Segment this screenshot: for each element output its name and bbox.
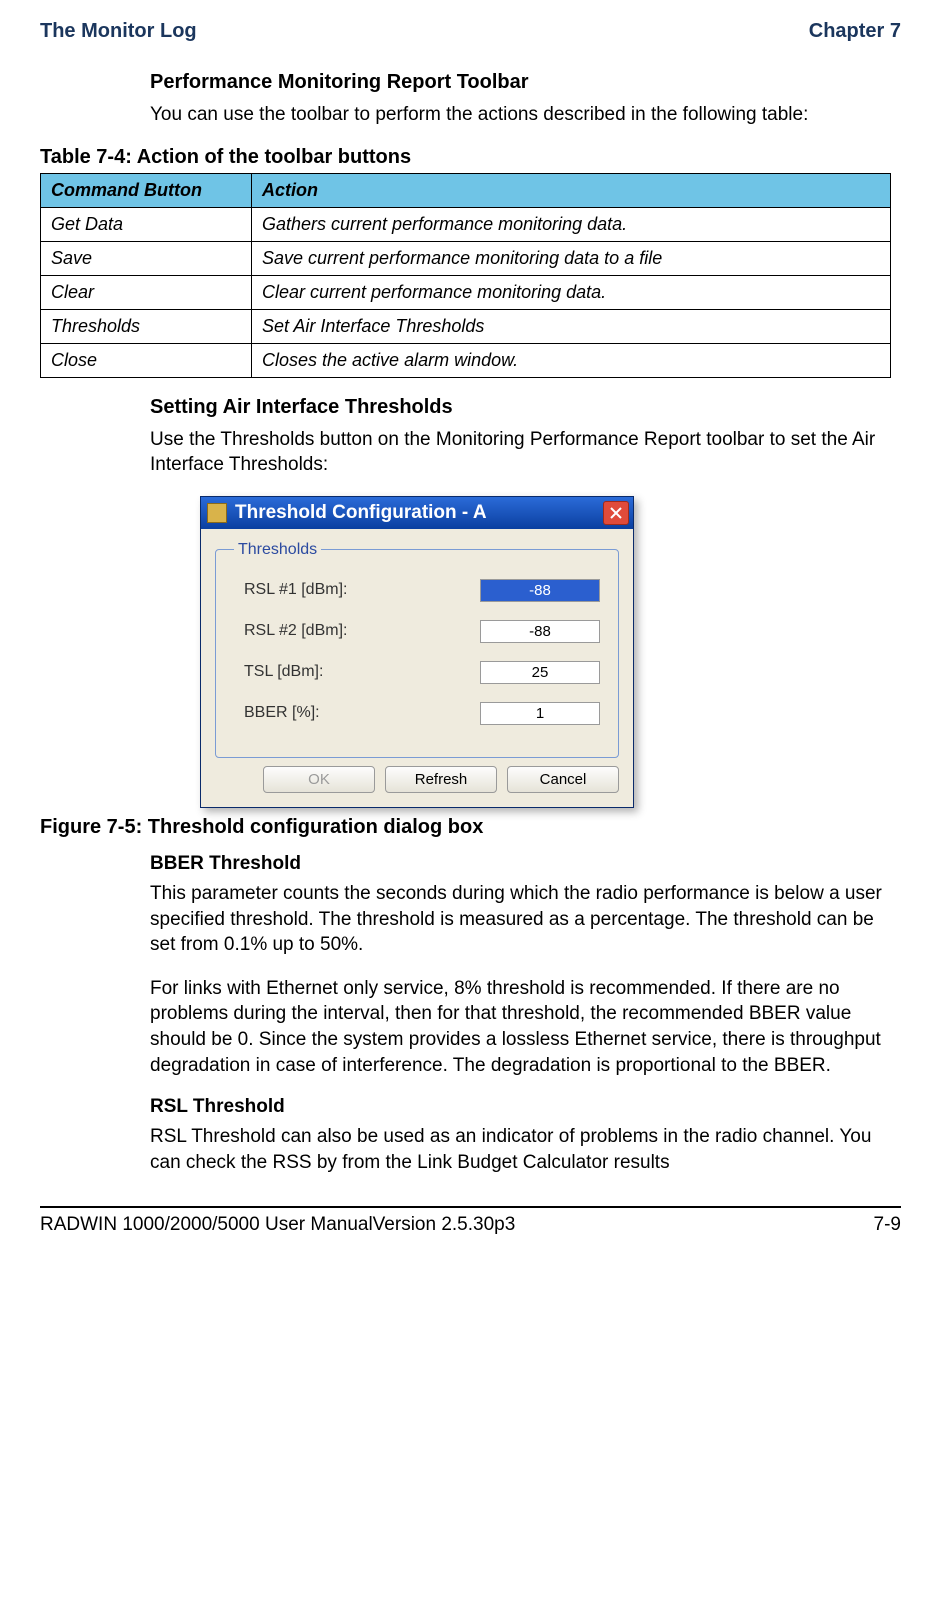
rsl-title: RSL Threshold	[150, 1096, 891, 1118]
table-row: Clear Clear current performance monitori…	[41, 275, 891, 309]
bber-title: BBER Threshold	[150, 853, 891, 875]
threshold-dialog: Threshold Configuration - A Thresholds R…	[200, 496, 634, 808]
rsl-p1: RSL Threshold can also be used as an ind…	[150, 1124, 891, 1175]
table-header-command: Command Button	[41, 173, 252, 207]
cmd-cell: Get Data	[41, 207, 252, 241]
cmd-cell: Clear	[41, 275, 252, 309]
close-icon[interactable]	[603, 501, 629, 525]
table-header-action: Action	[252, 173, 891, 207]
thresholds-legend: Thresholds	[234, 541, 321, 559]
action-cell: Clear current performance monitoring dat…	[252, 275, 891, 309]
action-cell: Set Air Interface Thresholds	[252, 309, 891, 343]
bber-label: BBER [%]:	[244, 704, 320, 722]
cmd-cell: Save	[41, 241, 252, 275]
dialog-titlebar[interactable]: Threshold Configuration - A	[201, 497, 633, 529]
action-cell: Save current performance monitoring data…	[252, 241, 891, 275]
ok-button[interactable]: OK	[263, 766, 375, 793]
table-caption: Table 7-4: Action of the toolbar buttons	[40, 146, 891, 169]
section2-title: Setting Air Interface Thresholds	[150, 396, 891, 419]
rsl1-label: RSL #1 [dBm]:	[244, 581, 347, 599]
section2-intro: Use the Thresholds button on the Monitor…	[150, 427, 891, 478]
footer-rule	[40, 1206, 901, 1208]
bber-p1: This parameter counts the seconds during…	[150, 881, 891, 958]
footer-right: 7-9	[874, 1214, 901, 1236]
table-row: Close Closes the active alarm window.	[41, 343, 891, 377]
header-left: The Monitor Log	[40, 20, 197, 43]
rsl2-label: RSL #2 [dBm]:	[244, 622, 347, 640]
tsl-input[interactable]	[480, 661, 600, 684]
header-right: Chapter 7	[809, 20, 901, 43]
refresh-button[interactable]: Refresh	[385, 766, 497, 793]
thresholds-fieldset: Thresholds RSL #1 [dBm]: RSL #2 [dBm]: T…	[215, 541, 619, 758]
table-row: Thresholds Set Air Interface Thresholds	[41, 309, 891, 343]
app-icon	[207, 503, 227, 523]
action-cell: Gathers current performance monitoring d…	[252, 207, 891, 241]
figure-caption: Figure 7-5: Threshold configuration dial…	[40, 816, 891, 839]
footer-left: RADWIN 1000/2000/5000 User ManualVersion…	[40, 1214, 515, 1236]
cancel-button[interactable]: Cancel	[507, 766, 619, 793]
cmd-cell: Thresholds	[41, 309, 252, 343]
action-cell: Closes the active alarm window.	[252, 343, 891, 377]
toolbar-actions-table: Command Button Action Get Data Gathers c…	[40, 173, 891, 378]
section1-title: Performance Monitoring Report Toolbar	[150, 71, 891, 94]
rsl2-input[interactable]	[480, 620, 600, 643]
section1-intro: You can use the toolbar to perform the a…	[150, 102, 891, 128]
tsl-label: TSL [dBm]:	[244, 663, 323, 681]
dialog-title: Threshold Configuration - A	[235, 502, 603, 524]
rsl1-input[interactable]	[480, 579, 600, 602]
table-row: Get Data Gathers current performance mon…	[41, 207, 891, 241]
cmd-cell: Close	[41, 343, 252, 377]
table-row: Save Save current performance monitoring…	[41, 241, 891, 275]
bber-input[interactable]	[480, 702, 600, 725]
bber-p2: For links with Ethernet only service, 8%…	[150, 976, 891, 1079]
